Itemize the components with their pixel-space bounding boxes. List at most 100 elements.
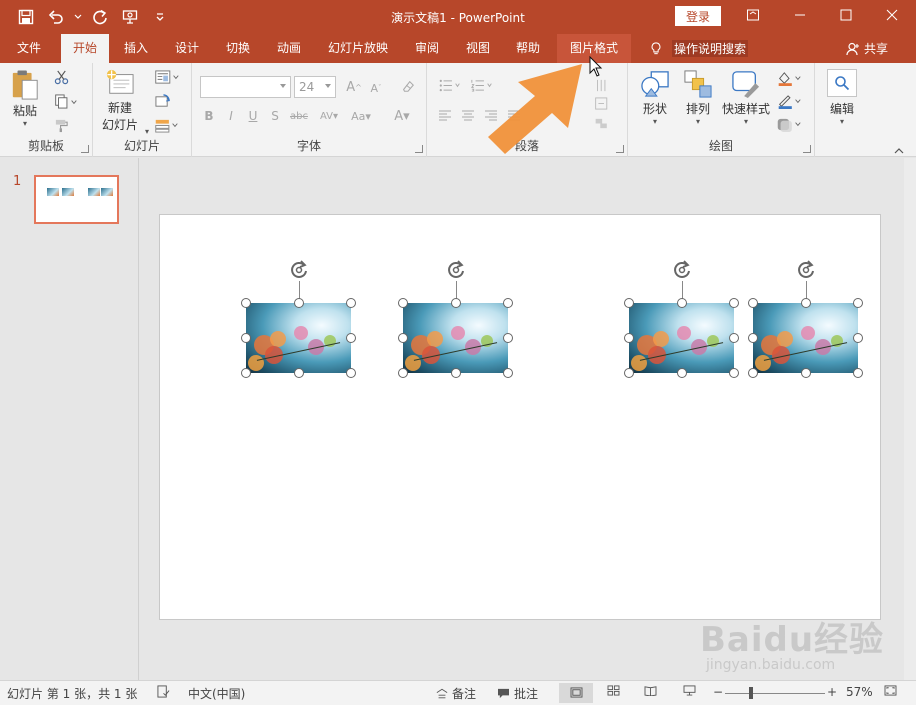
slide-picture[interactable] — [753, 303, 858, 373]
resize-handle[interactable] — [676, 368, 687, 378]
present-icon[interactable] — [118, 6, 142, 28]
resize-handle[interactable] — [729, 368, 739, 378]
zoom-in-button[interactable]: + — [827, 685, 837, 699]
tab-transitions[interactable]: 切换 — [216, 34, 260, 63]
collapse-ribbon-icon[interactable] — [894, 143, 904, 157]
bullets-icon[interactable] — [437, 77, 465, 93]
tell-me-search[interactable]: 操作说明搜索 — [650, 34, 749, 63]
resize-handle[interactable] — [624, 333, 634, 343]
ribbon-display-options-icon[interactable] — [731, 0, 775, 30]
layout-icon[interactable] — [153, 68, 181, 86]
tab-file[interactable]: 文件 — [6, 34, 52, 63]
shape-effects-icon[interactable] — [774, 115, 804, 133]
vertical-scrollbar[interactable] — [904, 158, 916, 680]
arrange-button[interactable]: 排列 ▾ — [684, 70, 712, 126]
notes-button[interactable]: 备注 — [436, 685, 476, 702]
resize-handle[interactable] — [346, 368, 356, 378]
format-painter-icon[interactable] — [52, 116, 70, 134]
slide-picture[interactable] — [246, 303, 351, 373]
zoom-level[interactable]: 57% — [846, 685, 873, 699]
new-slide-dropdown-icon[interactable]: ▾ — [145, 127, 149, 136]
drawing-launcher-icon[interactable] — [803, 145, 811, 153]
resize-handle[interactable] — [503, 333, 513, 343]
align-left-icon[interactable] — [437, 108, 453, 124]
resize-handle[interactable] — [729, 298, 739, 308]
resize-handle[interactable] — [800, 298, 811, 308]
resize-handle[interactable] — [853, 333, 863, 343]
resize-handle[interactable] — [293, 368, 304, 378]
resize-handle[interactable] — [748, 333, 758, 343]
tab-design[interactable]: 设计 — [165, 34, 209, 63]
resize-handle[interactable] — [450, 368, 461, 378]
editing-button[interactable]: 编辑 ▾ — [827, 69, 857, 126]
zoom-out-button[interactable]: − — [713, 685, 723, 699]
font-launcher-icon[interactable] — [415, 145, 423, 153]
resize-handle[interactable] — [503, 298, 513, 308]
zoom-slider[interactable] — [725, 693, 825, 694]
tab-picture-format[interactable]: 图片格式 — [557, 34, 631, 63]
fit-to-window-button[interactable] — [884, 685, 897, 696]
resize-handle[interactable] — [624, 298, 634, 308]
bold-icon[interactable]: B — [202, 107, 216, 125]
rotate-handle-icon[interactable] — [671, 259, 693, 281]
character-spacing-icon[interactable]: AV▾ — [314, 107, 344, 125]
resize-handle[interactable] — [853, 298, 863, 308]
slide-picture[interactable] — [629, 303, 734, 373]
slide-canvas[interactable] — [159, 214, 881, 620]
resize-handle[interactable] — [729, 333, 739, 343]
redo-icon[interactable] — [88, 6, 112, 28]
maximize-icon[interactable] — [824, 0, 868, 30]
customize-icon[interactable] — [148, 6, 172, 28]
grow-font-icon[interactable]: A ^ — [346, 78, 362, 96]
align-center-icon[interactable] — [460, 108, 476, 124]
shapes-button[interactable]: 形状 ▾ — [640, 70, 670, 126]
tab-insert[interactable]: 插入 — [114, 34, 158, 63]
align-right-icon[interactable] — [483, 108, 499, 124]
resize-handle[interactable] — [748, 368, 758, 378]
justify-icon[interactable] — [506, 108, 522, 124]
convert-smartart-icon[interactable] — [593, 115, 615, 131]
slideshow-button[interactable] — [683, 685, 696, 696]
copy-icon[interactable] — [52, 92, 80, 110]
comments-button[interactable]: 批注 — [497, 685, 538, 702]
quick-styles-button[interactable]: 快速样式 ▾ — [722, 70, 770, 126]
shadow-icon[interactable]: S — [268, 107, 282, 125]
resize-handle[interactable] — [676, 298, 687, 308]
resize-handle[interactable] — [241, 368, 251, 378]
undo-icon[interactable] — [44, 6, 68, 28]
font-size-combobox[interactable]: 24 — [294, 76, 336, 98]
new-slide-button[interactable]: 新建 幻灯片 — [102, 69, 138, 133]
rotate-handle-icon[interactable] — [445, 259, 467, 281]
numbering-icon[interactable] — [469, 77, 497, 93]
language-status[interactable]: 中文(中国) — [188, 685, 245, 702]
resize-handle[interactable] — [503, 368, 513, 378]
paste-button[interactable]: 粘贴 ▾ — [10, 69, 40, 128]
slide-sorter-button[interactable] — [607, 685, 620, 696]
change-case-icon[interactable]: Aa▾ — [347, 107, 375, 125]
underline-icon[interactable]: U — [246, 107, 260, 125]
resize-handle[interactable] — [398, 368, 408, 378]
share-button[interactable]: 共享 — [846, 34, 888, 63]
shape-fill-icon[interactable] — [774, 69, 804, 87]
tab-animations[interactable]: 动画 — [267, 34, 311, 63]
tab-review[interactable]: 审阅 — [405, 34, 449, 63]
spelling-icon[interactable] — [157, 685, 170, 698]
font-color-icon[interactable]: A▾ — [388, 107, 416, 125]
resize-handle[interactable] — [346, 333, 356, 343]
resize-handle[interactable] — [241, 333, 251, 343]
rotate-handle-icon[interactable] — [795, 259, 817, 281]
tab-help[interactable]: 帮助 — [506, 34, 550, 63]
align-text-icon[interactable] — [593, 95, 615, 111]
tab-home[interactable]: 开始 — [61, 34, 109, 63]
shrink-font-icon[interactable]: Aˇ — [368, 79, 384, 97]
resize-handle[interactable] — [293, 298, 304, 308]
shape-outline-icon[interactable] — [774, 92, 804, 110]
clear-formatting-icon[interactable] — [399, 77, 417, 95]
normal-view-button[interactable] — [559, 683, 593, 703]
zoom-slider-thumb[interactable] — [749, 687, 753, 699]
resize-handle[interactable] — [398, 298, 408, 308]
login-button[interactable]: 登录 — [675, 6, 721, 26]
resize-handle[interactable] — [346, 298, 356, 308]
font-name-combobox[interactable] — [200, 76, 291, 98]
undo-dropdown-icon[interactable] — [74, 6, 82, 28]
